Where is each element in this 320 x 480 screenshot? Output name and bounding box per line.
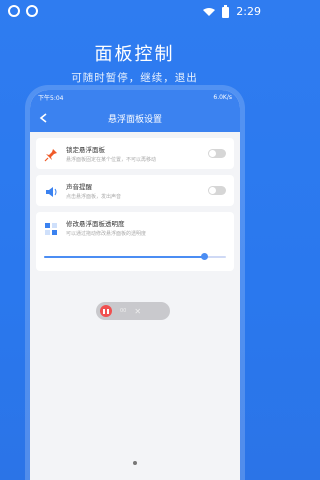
- phone-status-right: 6.0K/s: [213, 93, 232, 101]
- sound-alert-title: 声音提醒: [66, 183, 92, 191]
- hero-title: 面板控制: [94, 44, 175, 65]
- phone-mockup: 下午5:04 6.0K/s 悬浮面板设置 锁定悬浮面板 悬浮面板固定在某个位置，…: [30, 90, 240, 480]
- phone-header-title: 悬浮面板设置: [107, 114, 162, 125]
- phone-status-time: 下午5:04: [38, 94, 64, 102]
- transparency-card: 修改悬浮面板透明度 可以通过拖动修改悬浮面板的透明度: [36, 212, 234, 271]
- lock-panel-toggle[interactable]: [208, 149, 226, 158]
- page-dot: [133, 461, 137, 465]
- sync-icon: [26, 5, 38, 17]
- checkerboard-icon: [44, 221, 58, 235]
- slider-thumb[interactable]: [200, 253, 208, 260]
- battery-icon: [221, 4, 230, 18]
- pause-button[interactable]: [100, 305, 112, 317]
- sound-alert-card[interactable]: 声音提醒 点击悬浮面板，发出声音: [36, 175, 234, 206]
- phone-status-bar: 下午5:04 6.0K/s: [30, 90, 240, 104]
- wifi-icon: [203, 7, 216, 16]
- status-time: 2:29: [236, 4, 261, 18]
- sound-alert-desc: 点击悬浮面板，发出声音: [66, 194, 122, 200]
- floating-control-panel[interactable]: 00 ✕: [96, 302, 170, 320]
- lock-panel-title: 锁定悬浮面板: [66, 146, 105, 154]
- slider-fill: [44, 256, 205, 258]
- page-indicator: [30, 450, 240, 469]
- sound-alert-toggle[interactable]: [208, 186, 226, 195]
- float-panel-label: 00: [120, 308, 127, 314]
- close-icon[interactable]: ✕: [134, 307, 141, 316]
- notification-dot-icon: [8, 5, 20, 17]
- status-bar: 2:29: [0, 0, 269, 22]
- lock-panel-desc: 悬浮面板固定在某个位置，不可以再移动: [66, 157, 157, 163]
- transparency-slider[interactable]: [44, 253, 226, 261]
- transparency-title: 修改悬浮面板透明度: [66, 220, 125, 228]
- transparency-desc: 可以通过拖动修改悬浮面板的透明度: [66, 231, 147, 237]
- pin-icon: [44, 147, 58, 161]
- phone-header: 悬浮面板设置: [30, 104, 240, 132]
- lock-panel-card[interactable]: 锁定悬浮面板 悬浮面板固定在某个位置，不可以再移动: [36, 138, 234, 169]
- hero-subtitle: 可随时暂停，继续，退出: [71, 72, 198, 84]
- speaker-icon: [44, 184, 58, 198]
